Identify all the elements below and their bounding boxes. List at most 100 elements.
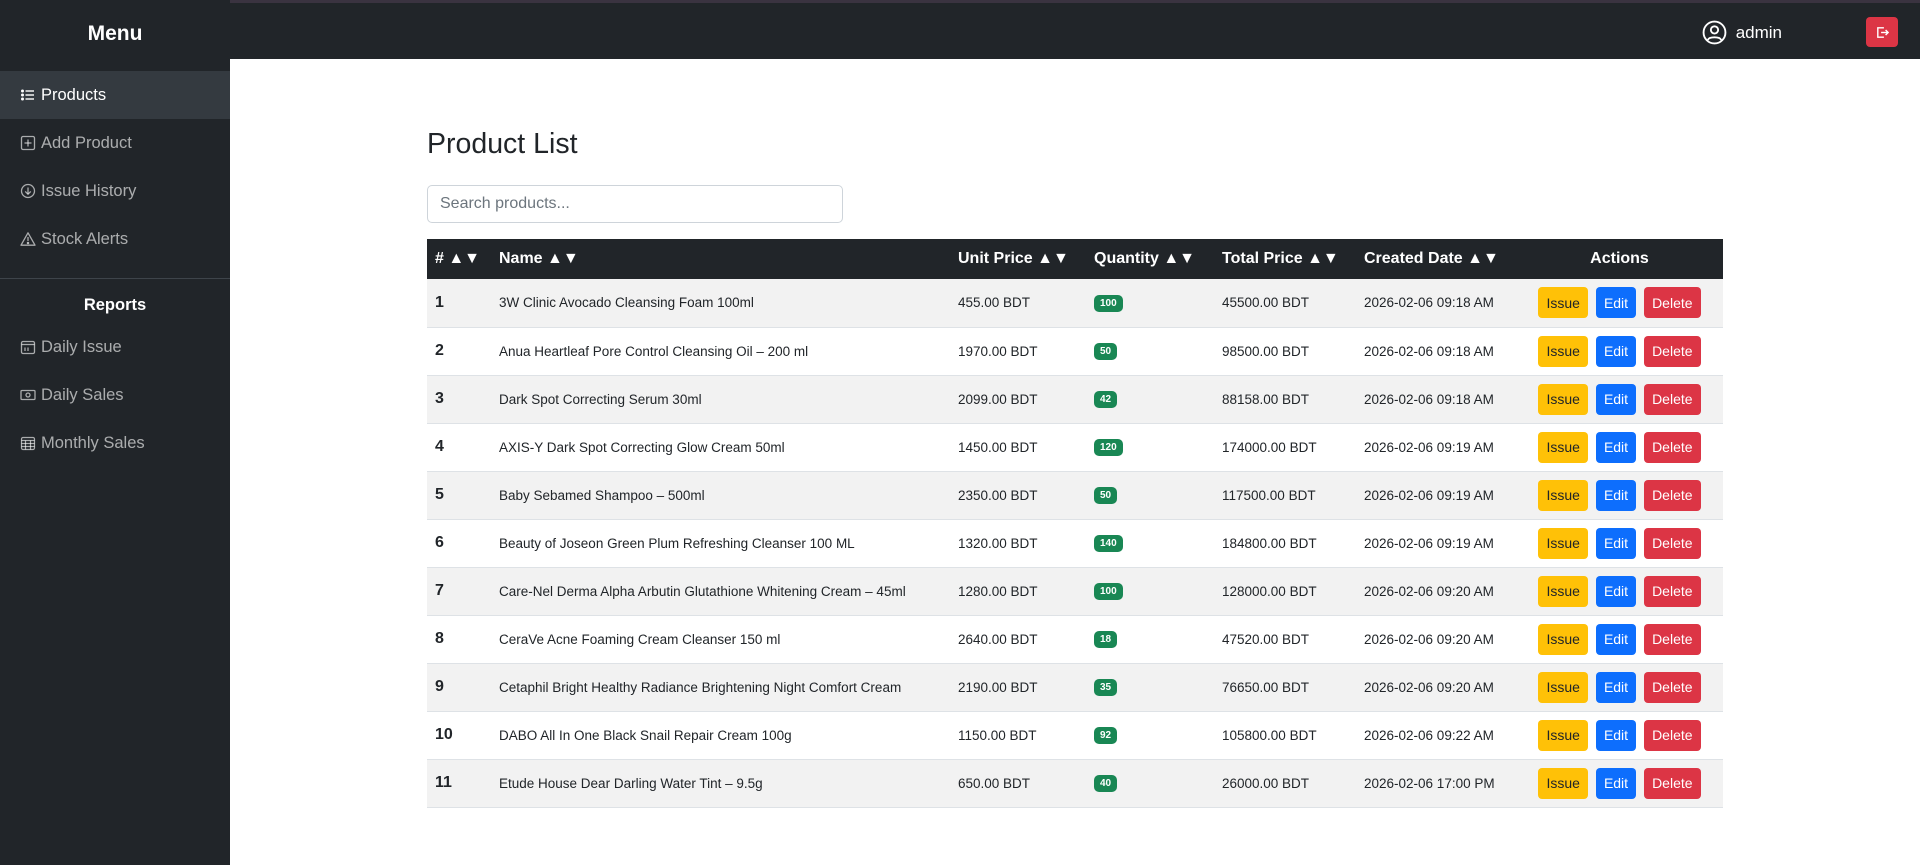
edit-button[interactable]: Edit [1595, 479, 1637, 511]
edit-button[interactable]: Edit [1595, 575, 1637, 607]
quantity-badge: 50 [1094, 487, 1118, 504]
delete-button[interactable]: Delete [1644, 383, 1701, 415]
created-date: 2026-02-06 09:19 AM [1356, 519, 1516, 568]
delete-button[interactable]: Delete [1644, 671, 1701, 703]
sidebar-item-daily-issue[interactable]: Daily Issue [0, 323, 230, 371]
sidebar-item-daily-sales[interactable]: Daily Sales [0, 371, 230, 419]
quantity-cell: 100 [1086, 567, 1214, 616]
created-date: 2026-02-06 09:19 AM [1356, 423, 1516, 472]
quantity-badge: 42 [1094, 391, 1118, 408]
product-name: Baby Sebamed Shampoo – 500ml [491, 471, 950, 520]
quantity-cell: 18 [1086, 615, 1214, 664]
issue-button[interactable]: Issue [1538, 623, 1588, 655]
user-menu[interactable]: admin [1702, 20, 1782, 45]
issue-button[interactable]: Issue [1538, 335, 1588, 367]
issue-button[interactable]: Issue [1538, 383, 1588, 415]
sidebar-item-products[interactable]: Products [0, 71, 230, 119]
username: admin [1735, 22, 1782, 42]
row-index: 8 [427, 615, 491, 664]
product-name: Beauty of Joseon Green Plum Refreshing C… [491, 519, 950, 568]
delete-button[interactable]: Delete [1644, 575, 1701, 607]
unit-price: 1150.00 BDT [950, 711, 1086, 760]
total-price: 88158.00 BDT [1214, 375, 1356, 424]
row-index: 11 [427, 759, 491, 808]
total-price: 117500.00 BDT [1214, 471, 1356, 520]
sidebar-item-monthly-sales[interactable]: Monthly Sales [0, 419, 230, 467]
row-index: 9 [427, 663, 491, 712]
sidebar: Menu Products Add Product Issue History … [0, 0, 230, 865]
sidebar-item-add-product[interactable]: Add Product [0, 119, 230, 167]
unit-price: 2350.00 BDT [950, 471, 1086, 520]
table-header-row: # ▲▼ Name ▲▼ Unit Price ▲▼ Quantity ▲▼ T… [427, 239, 1723, 279]
issue-button[interactable]: Issue [1538, 575, 1588, 607]
issue-button[interactable]: Issue [1538, 767, 1588, 799]
delete-button[interactable]: Delete [1644, 623, 1701, 655]
created-date: 2026-02-06 09:19 AM [1356, 471, 1516, 520]
product-name: Anua Heartleaf Pore Control Cleansing Oi… [491, 327, 950, 376]
total-price: 98500.00 BDT [1214, 327, 1356, 376]
table-row: 4 AXIS-Y Dark Spot Correcting Glow Cream … [427, 423, 1723, 472]
edit-button[interactable]: Edit [1595, 287, 1637, 319]
edit-button[interactable]: Edit [1595, 623, 1637, 655]
row-index: 5 [427, 471, 491, 520]
edit-button[interactable]: Edit [1595, 335, 1637, 367]
delete-button[interactable]: Delete [1644, 527, 1701, 559]
unit-price: 455.00 BDT [950, 279, 1086, 328]
reports-heading: Reports [83, 296, 147, 314]
col-header-quantity[interactable]: Quantity ▲▼ [1086, 239, 1214, 279]
total-price: 76650.00 BDT [1214, 663, 1356, 712]
unit-price: 1450.00 BDT [950, 423, 1086, 472]
col-header-created-date[interactable]: Created Date ▲▼ [1356, 239, 1516, 279]
issue-button[interactable]: Issue [1538, 287, 1588, 319]
edit-button[interactable]: Edit [1595, 431, 1637, 463]
quantity-cell: 140 [1086, 519, 1214, 568]
delete-button[interactable]: Delete [1644, 479, 1701, 511]
table-row: 8 CeraVe Acne Foaming Cream Cleanser 150 … [427, 615, 1723, 664]
edit-button[interactable]: Edit [1595, 671, 1637, 703]
product-name: Etude House Dear Darling Water Tint – 9.… [491, 759, 950, 808]
table-row: 2 Anua Heartleaf Pore Control Cleansing O… [427, 327, 1723, 376]
table-row: 11 Etude House Dear Darling Water Tint – … [427, 759, 1723, 808]
quantity-cell: 40 [1086, 759, 1214, 808]
delete-button[interactable]: Delete [1644, 767, 1701, 799]
plus-square-icon [20, 135, 36, 151]
delete-button[interactable]: Delete [1644, 335, 1701, 367]
actions-cell: Issue Edit Delete [1516, 663, 1723, 712]
actions-cell: Issue Edit Delete [1516, 567, 1723, 616]
sidebar-item-issue-history[interactable]: Issue History [0, 167, 230, 215]
quantity-badge: 100 [1094, 583, 1123, 600]
col-header-name[interactable]: Name ▲▼ [491, 239, 950, 279]
total-price: 128000.00 BDT [1214, 567, 1356, 616]
edit-button[interactable]: Edit [1595, 719, 1637, 751]
delete-button[interactable]: Delete [1644, 431, 1701, 463]
issue-button[interactable]: Issue [1538, 479, 1588, 511]
created-date: 2026-02-06 09:18 AM [1356, 279, 1516, 328]
col-header-unit-price[interactable]: Unit Price ▲▼ [950, 239, 1086, 279]
issue-button[interactable]: Issue [1538, 527, 1588, 559]
total-price: 45500.00 BDT [1214, 279, 1356, 328]
issue-button[interactable]: Issue [1538, 431, 1588, 463]
col-header-total-price[interactable]: Total Price ▲▼ [1214, 239, 1356, 279]
edit-button[interactable]: Edit [1595, 383, 1637, 415]
table-row: 3 Dark Spot Correcting Serum 30ml 2099.00 … [427, 375, 1723, 424]
unit-price: 1280.00 BDT [950, 567, 1086, 616]
sidebar-item-stock-alerts[interactable]: Stock Alerts [0, 215, 230, 263]
col-header-index[interactable]: # ▲▼ [427, 239, 491, 279]
edit-button[interactable]: Edit [1595, 527, 1637, 559]
search-input[interactable] [427, 185, 843, 223]
calendar-icon [20, 339, 36, 355]
delete-button[interactable]: Delete [1644, 287, 1701, 319]
logout-button[interactable] [1866, 17, 1898, 47]
product-table: # ▲▼ Name ▲▼ Unit Price ▲▼ Quantity ▲▼ T… [427, 239, 1723, 808]
issue-button[interactable]: Issue [1538, 719, 1588, 751]
logout-icon [1876, 26, 1889, 38]
actions-cell: Issue Edit Delete [1516, 471, 1723, 520]
created-date: 2026-02-06 09:18 AM [1356, 375, 1516, 424]
sidebar-item-label: Issue History [41, 181, 137, 200]
edit-button[interactable]: Edit [1595, 767, 1637, 799]
created-date: 2026-02-06 17:00 PM [1356, 759, 1516, 808]
unit-price: 650.00 BDT [950, 759, 1086, 808]
issue-button[interactable]: Issue [1538, 671, 1588, 703]
product-name: DABO All In One Black Snail Repair Cream… [491, 711, 950, 760]
delete-button[interactable]: Delete [1644, 719, 1701, 751]
